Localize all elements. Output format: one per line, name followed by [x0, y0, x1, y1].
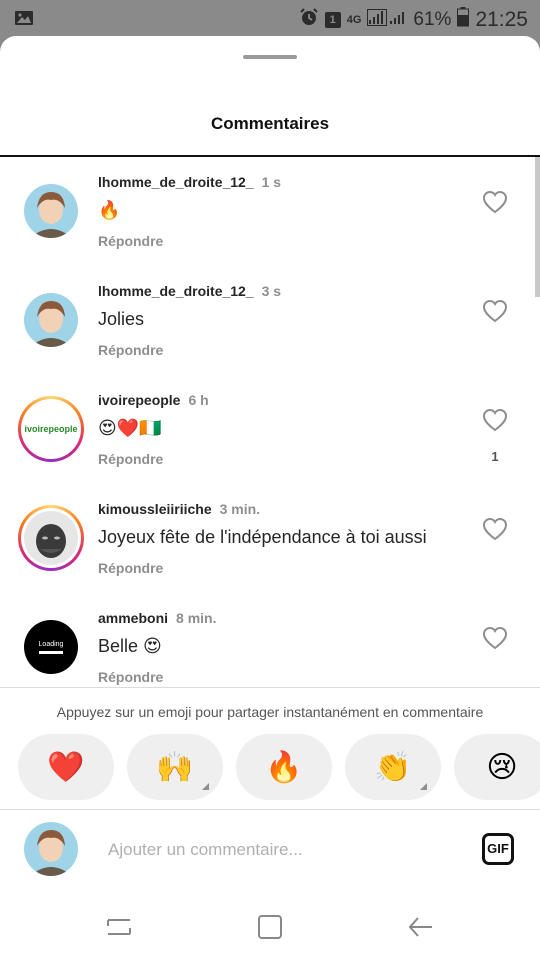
comment-meta: kimoussleiiriiche 3 min.: [98, 501, 260, 517]
avatar-loading-bar: [39, 650, 63, 654]
status-bar: 1 4G 61% 21:25: [0, 0, 540, 36]
reply-button[interactable]: Répondre: [98, 451, 163, 467]
like-heart-icon[interactable]: [482, 626, 508, 650]
reply-button[interactable]: Répondre: [98, 669, 163, 685]
emoji-button-heart[interactable]: ❤️: [18, 734, 114, 800]
comment-text: Jolies: [98, 309, 145, 329]
gif-button[interactable]: GIF: [482, 833, 514, 865]
emoji-glyph: 👏: [374, 750, 412, 784]
comment-text: 😍❤️🇨🇮: [98, 418, 162, 438]
comment-username[interactable]: ammeboni: [98, 610, 168, 626]
avatar[interactable]: Loading: [24, 620, 78, 674]
clock: 21:25: [475, 8, 528, 31]
comments-sheet: Commentaires lhomme_de_droite_12_ 1 s 🔥 R…: [0, 36, 540, 960]
comment-time: 3 min.: [219, 501, 261, 517]
comment-item: lhomme_de_droite_12_ 1 s 🔥 Répondre: [0, 157, 540, 266]
comment-item: lhomme_de_droite_12_ 3 s Jolies Répondre: [0, 266, 540, 375]
comment-text: 🔥: [98, 200, 121, 220]
comment-username[interactable]: lhomme_de_droite_12_: [98, 283, 254, 299]
avatar[interactable]: [24, 293, 78, 347]
comment-meta: ammeboni 8 min.: [98, 610, 216, 626]
back-icon[interactable]: [406, 912, 436, 942]
sheet-title: Commentaires: [210, 114, 330, 133]
recents-icon[interactable]: [104, 912, 134, 942]
comment-username[interactable]: lhomme_de_droite_12_: [98, 174, 254, 190]
gallery-icon: [14, 10, 34, 31]
comment-time: 6 h: [188, 392, 209, 408]
reply-button[interactable]: Répondre: [98, 560, 163, 576]
reply-button[interactable]: Répondre: [98, 342, 163, 358]
story-ring-avatar[interactable]: [18, 505, 84, 571]
comment-time: 8 min.: [176, 610, 217, 626]
comment-meta: lhomme_de_droite_12_ 1 s: [98, 174, 281, 190]
like-heart-icon[interactable]: [482, 190, 508, 214]
like-heart-icon[interactable]: [482, 408, 508, 432]
comment-item: ivoirepeople ivoirepeople 6 h 😍❤️🇨🇮 Répon…: [0, 375, 540, 484]
avatar-logo-text: Loading: [38, 640, 64, 648]
divider: [0, 809, 540, 810]
comment-text: Belle 😍: [98, 636, 162, 656]
comment-time: 3 s: [261, 283, 282, 299]
emoji-button-raised-hands[interactable]: 🙌: [127, 734, 223, 800]
comment-input[interactable]: Ajouter un commentaire...: [108, 840, 303, 860]
comment-time: 1 s: [261, 174, 282, 190]
scrollbar[interactable]: [535, 157, 540, 297]
emoji-button-clap[interactable]: 👏: [345, 734, 441, 800]
avatar[interactable]: [24, 184, 78, 238]
comment-item: kimoussleiiriiche 3 min. Joyeux fête de l…: [0, 484, 540, 593]
like-heart-icon[interactable]: [482, 299, 508, 323]
signal-icon: [367, 7, 407, 33]
skin-tone-indicator: [202, 783, 209, 790]
comment-username[interactable]: ivoirepeople: [98, 392, 180, 408]
reply-button[interactable]: Répondre: [98, 233, 163, 249]
emoji-quick-bar: ❤️ 🙌 🔥 👏 😢: [18, 734, 540, 800]
comment-item: Loading ammeboni 8 min. Belle 😍 Répondre: [0, 593, 540, 687]
skin-tone-indicator: [420, 783, 427, 790]
comment-meta: lhomme_de_droite_12_ 3 s: [98, 283, 281, 299]
avatar-logo-text: ivoirepeople: [24, 424, 78, 434]
emoji-glyph: 🙌: [156, 750, 194, 784]
emoji-hint: Appuyez sur un emoji pour partager insta…: [56, 704, 484, 720]
divider: [0, 687, 540, 688]
sim-badge: 1: [324, 12, 341, 28]
drag-handle[interactable]: [243, 55, 297, 59]
battery-percent: 61%: [413, 9, 452, 30]
battery-icon: [457, 7, 470, 33]
composer-avatar: [24, 822, 78, 876]
comment-text: Joyeux fête de l'indépendance à toi auss…: [98, 527, 427, 547]
home-icon[interactable]: [255, 912, 285, 942]
comment-username[interactable]: kimoussleiiriiche: [98, 501, 212, 517]
system-nav-bar: [0, 888, 540, 960]
comment-meta: ivoirepeople 6 h: [98, 392, 209, 408]
alarm-icon: [299, 7, 319, 33]
emoji-button-fire[interactable]: 🔥: [236, 734, 332, 800]
comment-list[interactable]: lhomme_de_droite_12_ 1 s 🔥 Répondre lhomm…: [0, 157, 540, 687]
emoji-button-crying[interactable]: 😢: [454, 734, 540, 800]
network-label: 4G: [346, 14, 362, 26]
like-heart-icon[interactable]: [482, 517, 508, 541]
story-ring-avatar[interactable]: ivoirepeople: [18, 396, 84, 462]
like-count[interactable]: 1: [482, 449, 508, 464]
